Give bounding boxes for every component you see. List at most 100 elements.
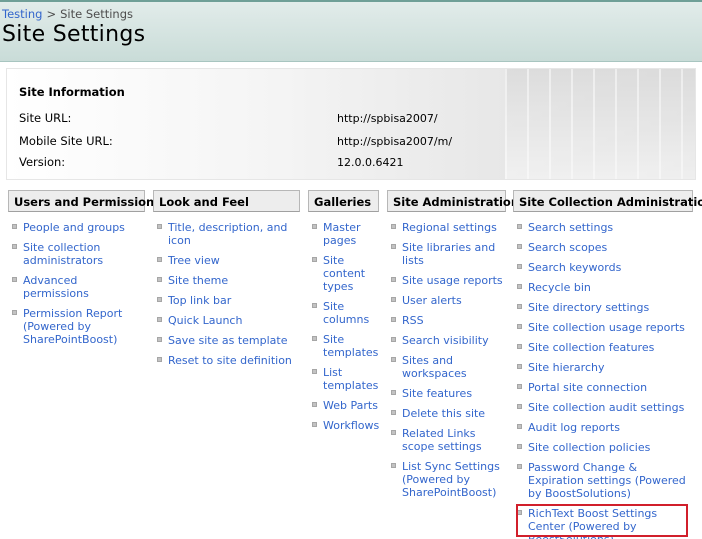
settings-link[interactable]: Site collection audit settings xyxy=(528,401,684,414)
settings-link[interactable]: People and groups xyxy=(23,221,125,234)
settings-link[interactable]: Quick Launch xyxy=(168,314,242,327)
settings-link[interactable]: Audit log reports xyxy=(528,421,620,434)
list-item[interactable]: Sites and workspaces xyxy=(387,354,506,380)
settings-link[interactable]: Reset to site definition xyxy=(168,354,292,367)
settings-link[interactable]: Site content types xyxy=(323,254,365,293)
settings-link[interactable]: Sites and workspaces xyxy=(402,354,467,380)
list-item[interactable]: Advanced permissions xyxy=(8,274,145,300)
list-item[interactable]: Portal site connection xyxy=(513,381,693,394)
version-label: Version: xyxy=(19,155,66,169)
list-item[interactable]: List Sync Settings (Powered by SharePoin… xyxy=(387,460,506,499)
settings-link[interactable]: Search visibility xyxy=(402,334,489,347)
settings-link[interactable]: List templates xyxy=(323,366,378,392)
bullet-icon xyxy=(517,284,522,289)
list-item[interactable]: Site templates xyxy=(308,333,379,359)
column-site-administration: Site Administration Regional settings Si… xyxy=(387,190,519,506)
breadcrumb: Testing > Site Settings xyxy=(2,7,133,21)
list-item[interactable]: Site features xyxy=(387,387,506,400)
bullet-icon xyxy=(517,324,522,329)
list-item[interactable]: Audit log reports xyxy=(513,421,693,434)
settings-link[interactable]: List Sync Settings (Powered by SharePoin… xyxy=(402,460,500,499)
list-item[interactable]: RSS xyxy=(387,314,506,327)
breadcrumb-current: Site Settings xyxy=(60,7,133,21)
bullet-icon xyxy=(517,224,522,229)
settings-link[interactable]: Site collection usage reports xyxy=(528,321,685,334)
settings-link[interactable]: Search scopes xyxy=(528,241,607,254)
list-item[interactable]: Save site as template xyxy=(153,334,300,347)
list-item[interactable]: List templates xyxy=(308,366,379,392)
settings-link[interactable]: Advanced permissions xyxy=(23,274,89,300)
list-item[interactable]: People and groups xyxy=(8,221,145,234)
list-item[interactable]: Title, description, and icon xyxy=(153,221,300,247)
list-item[interactable]: Site content types xyxy=(308,254,379,293)
settings-link[interactable]: User alerts xyxy=(402,294,462,307)
settings-link[interactable]: Site hierarchy xyxy=(528,361,604,374)
list-item[interactable]: Site collection administrators xyxy=(8,241,145,267)
settings-link[interactable]: Site directory settings xyxy=(528,301,649,314)
list-item[interactable]: Site collection audit settings xyxy=(513,401,693,414)
list-item[interactable]: Search keywords xyxy=(513,261,693,274)
list-item[interactable]: Site collection features xyxy=(513,341,693,354)
settings-link[interactable]: Site libraries and lists xyxy=(402,241,495,267)
list-item[interactable]: User alerts xyxy=(387,294,506,307)
settings-link-list: Search settings Search scopes Search key… xyxy=(513,221,693,539)
list-item[interactable]: Site directory settings xyxy=(513,301,693,314)
settings-link[interactable]: RSS xyxy=(402,314,424,327)
list-item[interactable]: Search scopes xyxy=(513,241,693,254)
settings-link[interactable]: Site theme xyxy=(168,274,228,287)
list-item[interactable]: Tree view xyxy=(153,254,300,267)
bullet-icon xyxy=(312,303,317,308)
list-item[interactable]: Reset to site definition xyxy=(153,354,300,367)
settings-link[interactable]: Site collection features xyxy=(528,341,654,354)
settings-link[interactable]: Top link bar xyxy=(168,294,231,307)
list-item[interactable]: Recycle bin xyxy=(513,281,693,294)
settings-link[interactable]: Save site as template xyxy=(168,334,288,347)
list-item[interactable]: Site collection policies xyxy=(513,441,693,454)
settings-link[interactable]: Recycle bin xyxy=(528,281,591,294)
settings-link[interactable]: Title, description, and icon xyxy=(168,221,287,247)
list-item[interactable]: Master pages xyxy=(308,221,379,247)
settings-link[interactable]: Regional settings xyxy=(402,221,497,234)
list-item[interactable]: Site hierarchy xyxy=(513,361,693,374)
settings-link[interactable]: Web Parts xyxy=(323,399,378,412)
settings-link[interactable]: Delete this site xyxy=(402,407,485,420)
bullet-icon xyxy=(517,464,522,469)
list-item[interactable]: Web Parts xyxy=(308,399,379,412)
list-item[interactable]: Site columns xyxy=(308,300,379,326)
settings-link[interactable]: Related Links scope settings xyxy=(402,427,482,453)
settings-link[interactable]: Permission Report (Powered by SharePoint… xyxy=(23,307,122,346)
settings-link[interactable]: Site features xyxy=(402,387,472,400)
settings-link[interactable]: Password Change & Expiration settings (P… xyxy=(528,461,686,500)
list-item[interactable]: Workflows xyxy=(308,419,379,432)
list-item[interactable]: Site theme xyxy=(153,274,300,287)
column-look-and-feel: Look and Feel Title, description, and ic… xyxy=(153,190,300,374)
breadcrumb-link-testing[interactable]: Testing xyxy=(2,7,42,21)
settings-link[interactable]: Search settings xyxy=(528,221,613,234)
list-item[interactable]: Permission Report (Powered by SharePoint… xyxy=(8,307,145,346)
settings-link[interactable]: Site collection administrators xyxy=(23,241,103,267)
settings-link[interactable]: Portal site connection xyxy=(528,381,647,394)
bullet-icon xyxy=(157,224,162,229)
settings-link[interactable]: Tree view xyxy=(168,254,220,267)
list-item[interactable]: Site usage reports xyxy=(387,274,506,287)
settings-link[interactable]: Site templates xyxy=(323,333,378,359)
bullet-icon xyxy=(517,424,522,429)
list-item[interactable]: Site collection usage reports xyxy=(513,321,693,334)
settings-link[interactable]: Search keywords xyxy=(528,261,621,274)
settings-link[interactable]: Site collection policies xyxy=(528,441,650,454)
list-item[interactable]: Regional settings xyxy=(387,221,506,234)
settings-link[interactable]: Workflows xyxy=(323,419,379,432)
list-item[interactable]: Search visibility xyxy=(387,334,506,347)
list-item[interactable]: Delete this site xyxy=(387,407,506,420)
list-item[interactable]: Site libraries and lists xyxy=(387,241,506,267)
settings-link[interactable]: Site usage reports xyxy=(402,274,503,287)
list-item[interactable]: Related Links scope settings xyxy=(387,427,506,453)
list-item[interactable]: Search settings xyxy=(513,221,693,234)
list-item[interactable]: Quick Launch xyxy=(153,314,300,327)
mobile-site-url-label: Mobile Site URL: xyxy=(19,134,113,148)
bullet-icon xyxy=(312,369,317,374)
list-item[interactable]: Password Change & Expiration settings (P… xyxy=(513,461,693,500)
list-item[interactable]: Top link bar xyxy=(153,294,300,307)
settings-link[interactable]: Master pages xyxy=(323,221,361,247)
settings-link[interactable]: Site columns xyxy=(323,300,369,326)
